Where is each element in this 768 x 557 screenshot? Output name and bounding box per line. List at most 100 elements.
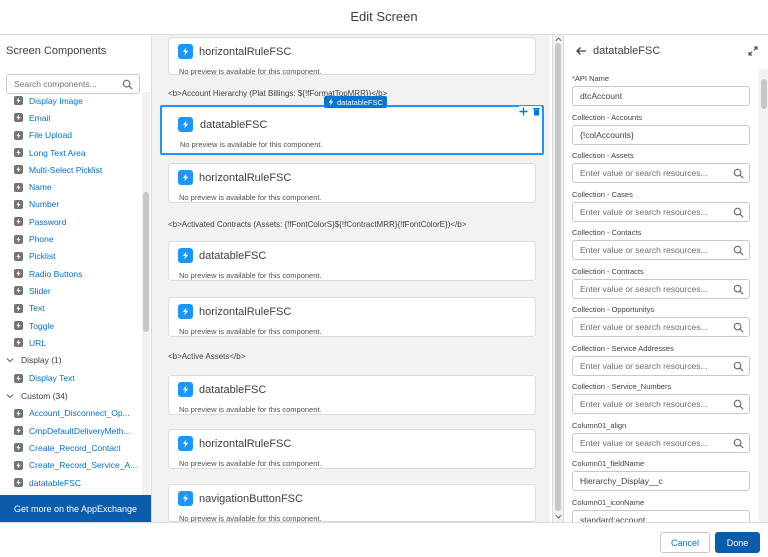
chevron-down-icon [6, 392, 21, 400]
property-placeholder: Enter value or search resources... [580, 322, 708, 332]
component-list-item[interactable]: Radio Buttons [0, 265, 142, 282]
component-no-preview-text: No preview is available for this compone… [179, 327, 322, 336]
component-card[interactable]: datatableFSC No preview is available for … [168, 241, 536, 281]
scrollbar-thumb[interactable] [761, 79, 767, 109]
expand-icon[interactable] [748, 46, 758, 56]
component-list-item[interactable]: Display Text [0, 369, 142, 386]
property-input[interactable]: Enter value or search resources... [572, 355, 750, 376]
property-field: Collection - Accounts {!colAccounts} [572, 112, 750, 145]
component-title: datatableFSC [199, 384, 267, 396]
component-type-icon [14, 286, 23, 296]
lightning-component-icon [178, 44, 193, 59]
property-input[interactable]: Enter value or search resources... [572, 163, 750, 183]
property-input[interactable]: dtcAccount [572, 86, 750, 106]
property-label-text: Column01_align [572, 420, 627, 430]
property-input[interactable]: Hierarchy_Display__c [572, 471, 750, 491]
done-button[interactable]: Done [715, 532, 760, 553]
property-field: Collection - Contacts Enter value or sear… [572, 227, 750, 260]
property-input[interactable]: Enter value or search resources... [572, 278, 750, 299]
component-card[interactable]: horizontalRuleFSC No preview is available… [168, 297, 536, 337]
component-no-preview-text: No preview is available for this compone… [179, 67, 322, 76]
badge-label: datatableFSC [337, 97, 383, 107]
component-list-item[interactable]: datatableFSC [0, 474, 142, 491]
component-search-box[interactable] [6, 74, 140, 94]
properties-scrollbar[interactable] [759, 69, 768, 522]
component-card[interactable]: horizontalRuleFSC No preview is available… [168, 37, 536, 76]
component-list-item[interactable]: File Upload [0, 127, 142, 144]
component-label: Multi-Select Picklist [29, 164, 103, 175]
component-list-item[interactable]: Name [0, 178, 142, 195]
selection-controls [519, 106, 541, 116]
component-label: Long Text Area [29, 147, 86, 158]
component-list-item[interactable]: CmpDefaultDeliveryMeth... [0, 422, 142, 439]
property-label-text: API Name [574, 74, 610, 83]
scrollbar-thumb[interactable] [555, 43, 561, 511]
cancel-button[interactable]: Cancel [660, 532, 710, 553]
component-list-item[interactable]: Display Image [0, 92, 142, 109]
component-label: CmpDefaultDeliveryMeth... [29, 425, 131, 436]
component-list-item[interactable]: Create_Record_Contact [0, 439, 142, 456]
group-display[interactable]: Display (1) [0, 351, 142, 369]
component-label: datatableFSC [29, 477, 81, 488]
property-input[interactable]: Enter value or search resources... [572, 394, 750, 414]
component-list-item[interactable]: Number [0, 196, 142, 213]
component-card[interactable]: navigationButtonFSC No preview is availab… [168, 484, 536, 522]
property-input[interactable]: Enter value or search resources... [572, 432, 750, 453]
component-card[interactable]: horizontalRuleFSC No preview is available… [168, 163, 536, 203]
component-list-scrollbar[interactable] [142, 92, 150, 495]
component-list-item[interactable]: Create_Record_Service_A... [0, 457, 142, 474]
component-list-item[interactable]: Text [0, 300, 142, 317]
scroll-up-icon[interactable] [555, 36, 562, 42]
component-type-icon [14, 217, 23, 227]
component-list-item[interactable]: Account_Disconnect_Op... [0, 405, 142, 422]
property-field: Collection - Contracts Enter value or sea… [572, 266, 750, 299]
search-icon [733, 284, 744, 295]
component-no-preview-text: No preview is available for this compone… [179, 405, 322, 414]
property-label: Collection - Accounts [572, 112, 750, 123]
back-arrow-icon[interactable] [575, 45, 587, 57]
component-search-input[interactable] [7, 75, 117, 93]
component-list-item[interactable]: Picklist [0, 248, 142, 265]
component-list: Display Image Email File Upload Long Text A… [0, 92, 142, 495]
component-type-icon [14, 373, 23, 383]
property-label-text: Column01_fieldName [572, 459, 645, 468]
lightning-component-icon [178, 170, 193, 185]
component-label: File Upload [29, 130, 72, 141]
component-list-item[interactable]: Phone [0, 230, 142, 247]
component-no-preview-text: No preview is available for this compone… [180, 140, 323, 149]
component-list-item[interactable]: Multi-Select Picklist [0, 161, 142, 178]
section-heading-text: <b>Active Assets</b> [168, 352, 246, 361]
property-input[interactable]: Enter value or search resources... [572, 317, 750, 337]
search-icon [122, 79, 133, 90]
component-list-item[interactable]: Toggle [0, 317, 142, 334]
property-label-text: Collection - Contracts [572, 266, 644, 276]
property-input[interactable]: standard:account [572, 509, 750, 522]
component-card[interactable]: horizontalRuleFSC No preview is available… [168, 429, 536, 469]
component-title: horizontalRuleFSC [199, 46, 292, 58]
move-icon[interactable] [519, 107, 528, 116]
component-list-item[interactable]: Long Text Area [0, 144, 142, 161]
property-label: Collection - Contracts [572, 266, 750, 277]
search-icon [733, 245, 744, 256]
component-list-item[interactable]: Email [0, 109, 142, 126]
appexchange-button[interactable]: Get more on the AppExchange [0, 495, 151, 522]
component-type-icon [14, 113, 23, 123]
component-list-item[interactable]: URL [0, 334, 142, 351]
canvas-scrollbar[interactable] [552, 35, 563, 522]
property-label: Column01_align [572, 420, 750, 431]
property-label-text: Collection - Accounts [572, 112, 643, 122]
scrollbar-thumb[interactable] [143, 192, 149, 332]
property-input[interactable]: {!colAccounts} [572, 124, 750, 145]
component-list-item[interactable]: Slider [0, 282, 142, 299]
delete-icon[interactable] [532, 107, 541, 116]
property-input[interactable]: Enter value or search resources... [572, 201, 750, 222]
property-field: Collection - Opportunitys Enter value or … [572, 304, 750, 337]
component-card[interactable]: datatableFSC No preview is available for … [168, 375, 536, 415]
selected-component-card[interactable]: datatableFSC No preview is available for … [160, 105, 544, 155]
property-label: Collection - Contacts [572, 227, 750, 238]
property-input[interactable]: Enter value or search resources... [572, 240, 750, 260]
property-label: Collection - Service_Numbers [572, 381, 750, 392]
group-custom[interactable]: Custom (34) [0, 387, 142, 405]
scroll-down-icon[interactable] [555, 514, 562, 520]
component-list-item[interactable]: Password [0, 213, 142, 230]
